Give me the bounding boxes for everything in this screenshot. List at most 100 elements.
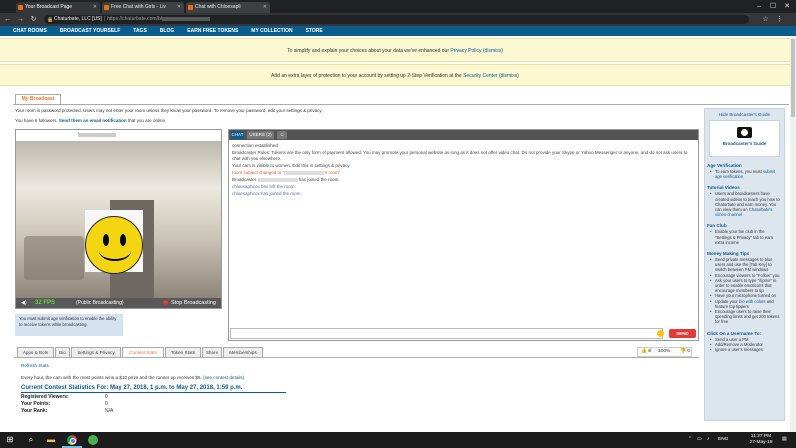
chaturbate-favicon-icon [18,5,23,10]
emoji-icon[interactable] [657,330,664,337]
minimize-window-icon[interactable]: – [752,0,766,13]
stat-row: Registered Viewers: 0 [21,394,108,400]
broadcaster-guide-sidebar: Hide Broadcaster's Guide Broadcaster's G… [704,108,785,421]
nav-tags[interactable]: TAGS [133,26,147,36]
video-panel: 's room ◀) 32 FPS (Public Broadcasting) … [15,129,222,309]
nav-store[interactable]: STORE [306,26,323,36]
thumbs-up-icon: 👍 0 [641,349,651,354]
sidebar-item: Send private messages to blue users and … [710,257,784,273]
sidebar-heading: Fan Club [707,223,727,229]
tab-share[interactable]: Share [202,347,222,357]
divider [21,392,286,393]
dismiss-privacy-link[interactable]: (dismiss) [483,48,503,54]
tab-my-broadcast[interactable]: My Broadcast [15,94,61,104]
background-shelf [24,236,84,280]
volume-icon[interactable]: ◀) [21,298,27,308]
sidebar-heading: Money Making Tips [707,251,750,257]
chat-input[interactable] [230,328,663,339]
security-center-link[interactable]: Security Center [463,73,497,79]
browser-tab-bar: Your Broadcast Page ✕ Free Chat with Gir… [0,0,796,13]
reload-icon[interactable]: ↻ [29,15,38,24]
input-language[interactable]: ENG [718,432,728,448]
file-explorer-icon[interactable]: ▬ [46,435,56,445]
maximize-window-icon[interactable]: ☐ [766,0,780,13]
address-bar: ← → ↻ 🔒 Chaturbate, LLC [US] | https://cha… [0,13,796,26]
contest-description: Every hour, the cam with the most points… [21,375,202,380]
redacted-url [162,16,211,21]
nav-my-collection[interactable]: MY COLLECTION [251,26,292,36]
sidebar-item: Encourage users to raise their spending … [710,309,784,325]
browser-tab-broadcast[interactable]: Your Broadcast Page ✕ [16,2,100,13]
email-followers-link[interactable]: Send them an email notification [59,118,127,123]
taskbar-clock[interactable]: 11:27 PM 27-May-18 [746,434,776,446]
browser-tab-chat-chloe[interactable]: Chat with Chloesapli ✕ [186,2,270,13]
page-scrollbar[interactable] [790,37,796,432]
webcam-preview [16,141,221,300]
fps-readout: 32 FPS [35,300,56,306]
bookmark-star-icon[interactable]: ☆ [761,15,770,24]
menu-dots-icon[interactable]: ⋮ [775,15,784,24]
tab-settings-privacy[interactable]: Settings & Privacy [71,347,121,357]
url-field[interactable]: 🔒 Chaturbate, LLC [US] | https://chaturbat… [44,15,749,24]
nav-blog[interactable]: BLOG [160,26,174,36]
chat-message: connection established [232,143,278,148]
nav-chat-rooms[interactable]: CHAT ROOMS [13,26,47,36]
chrome-icon[interactable] [67,435,77,445]
redacted-username [78,133,116,137]
tab-emoticons[interactable]: ☺ [277,131,287,139]
windows-taskbar: ⊞ ⌕ ▬ ⌃ ▭ ♪ ENG 11:27 PM 27-May-18 ▤ [0,432,796,448]
close-tab-icon[interactable]: ✕ [93,2,97,13]
chat-message: chloesaphirox has joined the room. [232,191,302,196]
tab-bio[interactable]: Bio [55,347,70,357]
tab-apps-bots[interactable]: Apps & Bots [17,347,54,357]
smiley-mouth [99,241,131,261]
chat-message: Your cam is visible to women. Edit this … [232,163,351,168]
chat-message: chloesaphirox has left the room. [232,184,296,189]
notification-icon[interactable]: ▤ [782,432,787,448]
chaturbate-favicon-icon [188,5,193,10]
tab-contest-stats[interactable]: Contest Stats [122,347,164,357]
sidebar-item: Ask your users to type "/tipme" in order… [710,278,784,294]
password-note: Your room is password protected. Users m… [15,108,323,113]
scrollbar-thumb[interactable] [791,39,795,117]
app-icon[interactable] [88,435,98,445]
stat-row: Your Points: 0 [21,401,108,407]
send-button[interactable]: SEND [669,329,696,338]
close-tab-icon[interactable]: ✕ [177,2,181,13]
contest-heading: Current Contest Statistics For: May 27, … [21,385,243,391]
contest-details-link[interactable]: (see contest details) [203,375,244,380]
search-icon[interactable]: ⌕ [26,435,36,445]
stop-broadcasting-button[interactable]: Stop Broadcasting [163,298,216,308]
refresh-stats-link[interactable]: Refresh Stats [21,363,49,368]
privacy-policy-link[interactable]: Privacy Policy [450,48,481,54]
site-nav: CHAT ROOMS BROADCAST YOURSELF TAGS BLOG EARN… [0,26,796,36]
nav-broadcast-yourself[interactable]: BROADCAST YOURSELF [60,26,120,36]
thumbs-down-icon: 👎 0 [680,349,690,354]
privacy-notice: To simplify and explain your choices abo… [0,38,790,62]
age-verification-note: You must submit age verification to enab… [15,314,123,336]
back-arrow-icon[interactable]: ← [3,15,12,24]
dismiss-security-link[interactable]: (dismiss) [499,73,519,79]
tab-token-stats[interactable]: Token Stats [165,347,201,357]
close-window-icon[interactable]: ✕ [780,0,794,13]
browser-tab-free-chat[interactable]: Free Chat with Girls - Liv ✕ [102,2,184,13]
hide-guide-link[interactable]: Hide Broadcaster's Guide [705,112,784,117]
stat-row: Your Rank: N/A [21,408,114,414]
sidebar-item: Update your bio with colors and feature … [710,299,784,309]
tab-memberships[interactable]: Memberships [223,347,263,357]
nav-earn-free-tokens[interactable]: EARN FREE TOKENS [187,26,238,36]
volume-icon[interactable]: ♪ [707,432,709,448]
tab-chat[interactable]: CHAT [231,131,244,139]
sidebar-item: Ignore a user's messages [710,347,784,352]
camera-icon [737,127,752,138]
close-tab-icon[interactable]: ✕ [263,2,267,13]
network-icon[interactable]: ▭ [697,432,702,448]
guide-box[interactable]: Broadcaster's Guide [709,120,780,157]
forward-arrow-icon[interactable]: → [16,15,25,24]
followers-line: You have 6 followers. Send them an email… [15,118,167,123]
windows-start-icon[interactable]: ⊞ [5,435,15,445]
redacted-username [284,170,325,175]
tray-chevron-icon[interactable]: ⌃ [688,432,692,448]
tab-users[interactable]: USERS (2) [247,131,274,139]
divider [15,357,699,358]
